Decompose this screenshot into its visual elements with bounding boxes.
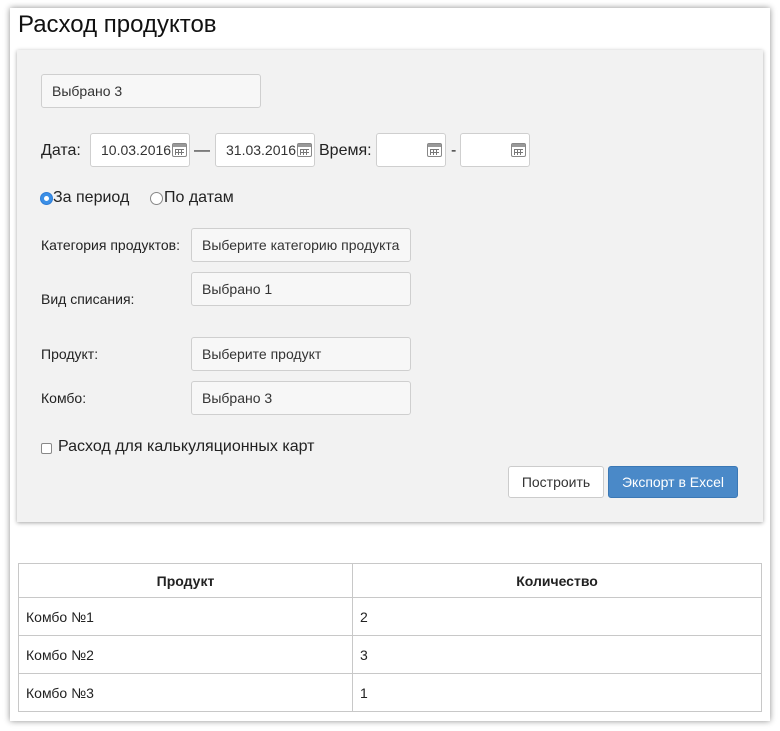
report-window: Расход продуктов Выбрано 3 Дата: 10.03.2… [10, 8, 770, 721]
date-from-value: 10.03.2016 [101, 142, 172, 158]
calc-cards-label[interactable]: Расход для калькуляционных карт [58, 438, 314, 456]
top-multiselect[interactable]: Выбрано 3 [41, 74, 261, 108]
calendar-icon[interactable] [511, 143, 526, 157]
calc-cards-checkbox[interactable] [41, 443, 52, 454]
category-select[interactable]: Выберите категорию продукта [191, 228, 411, 262]
table-header-row: Продукт Количество [18, 563, 762, 598]
time-label: Время: [319, 142, 372, 159]
calendar-icon[interactable] [297, 143, 312, 157]
cell-quantity: 1 [352, 673, 762, 712]
date-label: Дата: [41, 142, 81, 159]
build-button[interactable]: Построить [508, 466, 604, 498]
export-excel-button[interactable]: Экспорт в Excel [608, 466, 738, 498]
column-header-quantity: Количество [352, 563, 762, 598]
table-row: Комбо №3 1 [18, 673, 762, 712]
writeoff-select[interactable]: Выбрано 1 [191, 272, 411, 306]
writeoff-label: Вид списания: [41, 291, 135, 307]
date-to-value: 31.03.2016 [226, 142, 297, 158]
filter-panel: Выбрано 3 Дата: 10.03.2016 — 31.03.2016 … [17, 50, 763, 522]
cell-product: Комбо №3 [18, 673, 353, 712]
table-row: Комбо №1 2 [18, 597, 762, 636]
cell-quantity: 3 [352, 635, 762, 674]
result-table: Продукт Количество Комбо №1 2 Комбо №2 3… [18, 563, 762, 712]
radio-dates[interactable] [150, 192, 163, 205]
category-label: Категория продуктов: [41, 237, 181, 253]
cell-product: Комбо №2 [18, 635, 353, 674]
cell-product: Комбо №1 [18, 597, 353, 636]
product-select[interactable]: Выберите продукт [191, 337, 411, 371]
combo-select[interactable]: Выбрано 3 [191, 381, 411, 415]
radio-period-label[interactable]: За период [53, 189, 129, 207]
product-label: Продукт: [41, 346, 99, 362]
calendar-icon[interactable] [427, 143, 442, 157]
cell-quantity: 2 [352, 597, 762, 636]
radio-period[interactable] [40, 192, 53, 205]
radio-dates-label[interactable]: По датам [164, 189, 234, 207]
combo-label: Комбо: [41, 390, 87, 406]
calendar-icon[interactable] [172, 143, 187, 157]
table-row: Комбо №2 3 [18, 635, 762, 674]
column-header-product: Продукт [18, 563, 353, 598]
time-separator: - [451, 142, 457, 159]
page-title: Расход продуктов [18, 11, 217, 38]
date-separator: — [194, 142, 210, 159]
